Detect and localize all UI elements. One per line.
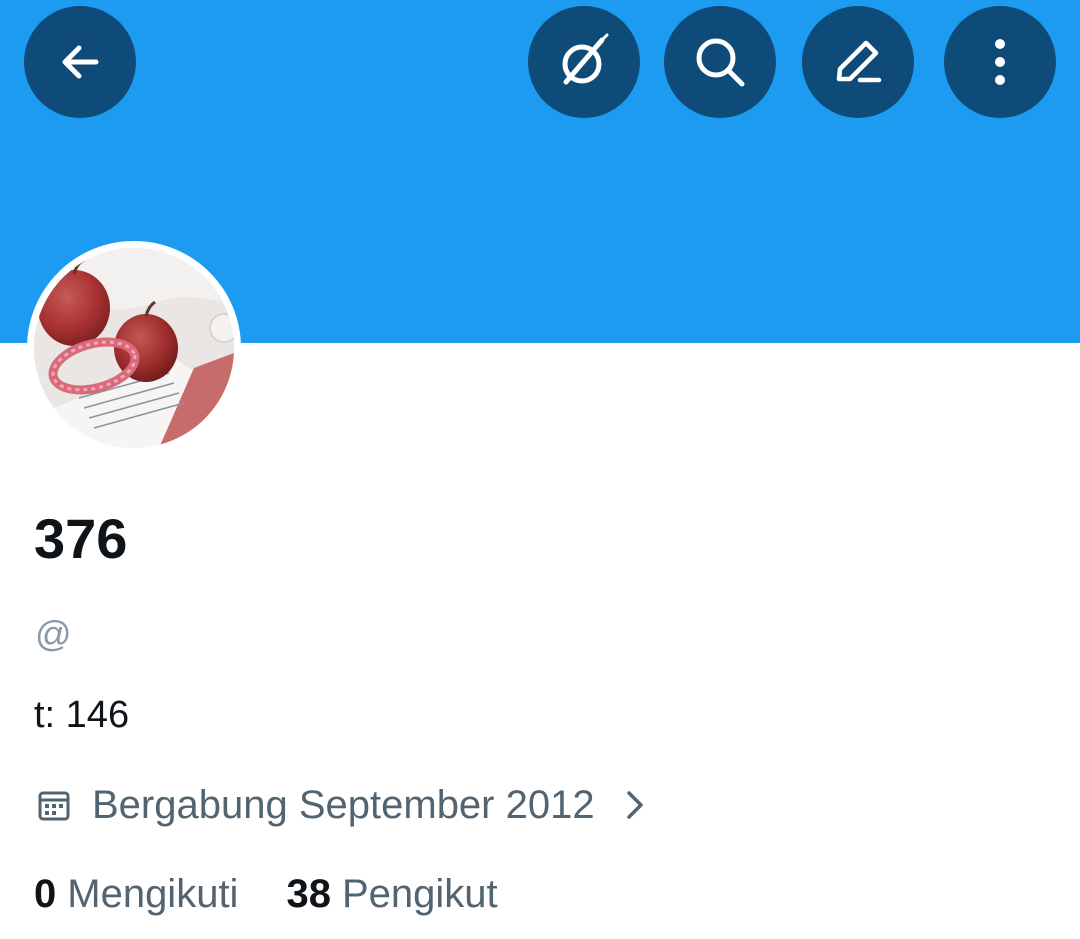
back-arrow-icon — [62, 45, 99, 79]
back-button[interactable] — [24, 6, 136, 118]
followers-link[interactable]: 38 Pengikut — [286, 868, 497, 920]
grok-icon — [562, 33, 609, 85]
edit-button[interactable] — [802, 6, 914, 118]
search-icon — [696, 38, 745, 87]
avatar[interactable] — [27, 241, 241, 455]
calendar-icon — [38, 791, 70, 821]
edit-icon — [836, 40, 882, 83]
more-vertical-icon — [995, 39, 1005, 85]
followers-count: 38 — [286, 872, 331, 916]
joined-date-row[interactable]: Bergabung September 2012 — [34, 780, 647, 830]
more-options-button[interactable] — [944, 6, 1056, 118]
profile-photo — [34, 248, 234, 448]
chevron-right-icon — [626, 791, 643, 819]
following-link[interactable]: 0 Mengikuti — [34, 868, 238, 920]
joined-date-text: Bergabung September 2012 — [92, 783, 595, 827]
follow-stats: 0 Mengikuti 38 Pengikut — [34, 868, 498, 920]
followers-label: Pengikut — [341, 872, 498, 916]
search-button[interactable] — [664, 6, 776, 118]
following-label: Mengikuti — [67, 872, 239, 916]
username-handle: @ — [35, 613, 72, 654]
following-count: 0 — [34, 872, 57, 916]
profile-page: 376 @ t: 146 Bergabung September 2012 0 … — [0, 0, 1080, 939]
grok-button[interactable] — [528, 6, 640, 118]
bio-text: t: 146 — [34, 694, 130, 736]
display-name: 376 — [34, 507, 128, 570]
